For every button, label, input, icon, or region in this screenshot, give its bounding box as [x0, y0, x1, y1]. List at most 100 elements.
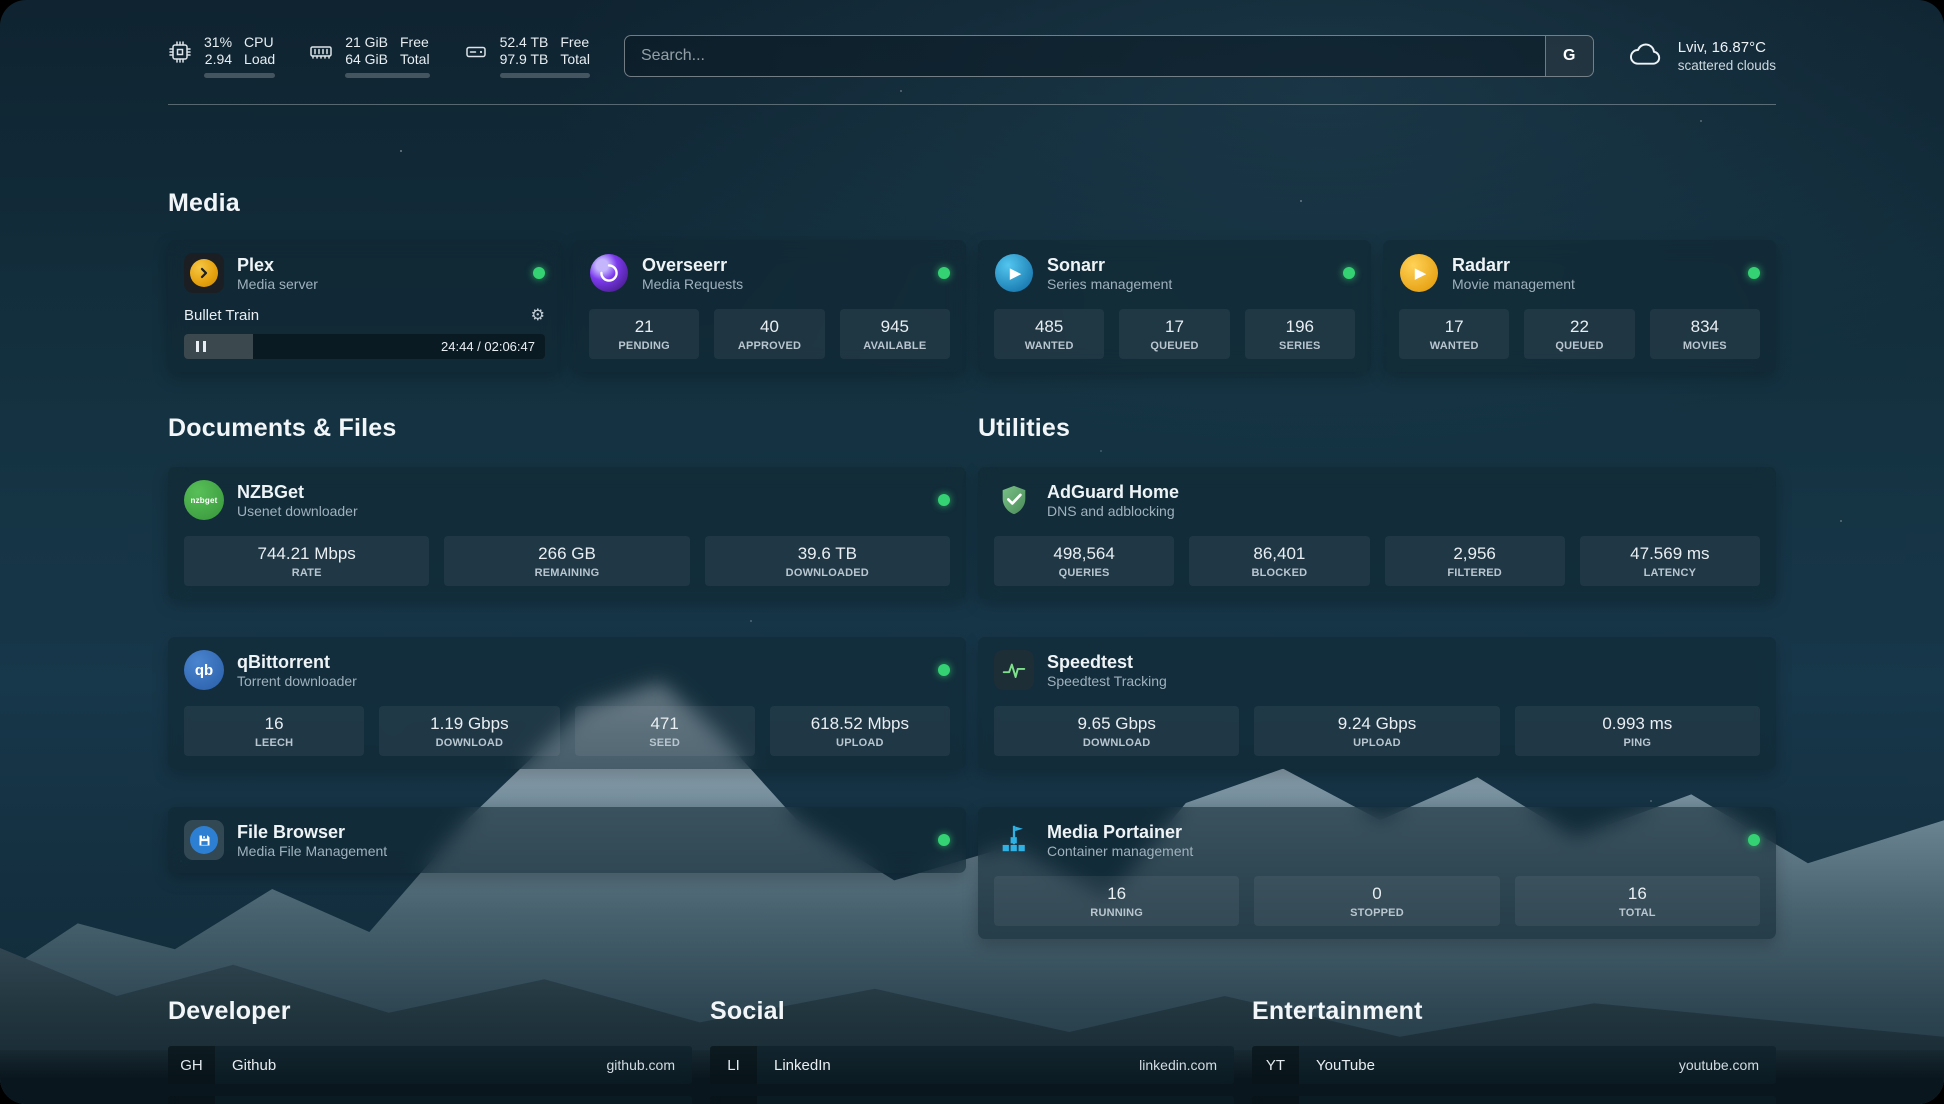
stat-total: 16 TOTAL [1515, 876, 1760, 926]
topbar-divider [168, 104, 1776, 105]
cpu-usage-label: CPU [244, 34, 275, 50]
service-subtitle: DNS and adblocking [1047, 503, 1179, 519]
ram-free-value: 21 GiB [345, 34, 388, 50]
bookmark-url: github.com [607, 1057, 675, 1073]
stat-pending: 21 PENDING [589, 309, 699, 359]
status-dot [938, 834, 950, 846]
dashboard-page: 31% CPU 2.94 Load 21 GiB Free 64 GiB [0, 0, 1944, 1104]
bookmark-twitter[interactable]: TW Twitter twitter.com [710, 1096, 1234, 1104]
service-card-qbittorrent[interactable]: qb qBittorrent Torrent downloader 16 LEE… [168, 637, 966, 769]
service-subtitle: Container management [1047, 843, 1193, 859]
stat-stopped: 0 STOPPED [1254, 876, 1499, 926]
service-subtitle: Movie management [1452, 276, 1575, 292]
bookmark-name: YouTube [1316, 1057, 1375, 1074]
status-dot [1748, 834, 1760, 846]
cpu-widget: 31% CPU 2.94 Load [168, 34, 275, 78]
stat-series: 196 SERIES [1245, 309, 1355, 359]
playback-progress-bar[interactable]: 24:44 / 02:06:47 [184, 334, 545, 359]
section-title-entertainment: Entertainment [1252, 997, 1776, 1026]
service-card-speedtest[interactable]: Speedtest Speedtest Tracking 9.65 Gbps D… [978, 637, 1776, 769]
bookmark-abbr: SO [168, 1096, 215, 1104]
stat-available: 945 AVAILABLE [840, 309, 950, 359]
service-card-sonarr[interactable]: ▶ Sonarr Series management 485 WANTED 17 [978, 240, 1371, 372]
service-name: Speedtest [1047, 651, 1167, 674]
stat-ping: 0.993 ms PING [1515, 706, 1760, 756]
qbittorrent-icon: qb [184, 650, 224, 690]
bookmark-stackoverflow[interactable]: SO StackOverflow stackoverflow.com [168, 1096, 692, 1104]
service-card-filebrowser[interactable]: File Browser Media File Management [168, 807, 966, 873]
stat-download: 9.65 Gbps DOWNLOAD [994, 706, 1239, 756]
service-card-adguard[interactable]: AdGuard Home DNS and adblocking 498,564 … [978, 467, 1776, 599]
bookmark-abbr: YT [1252, 1046, 1299, 1084]
stat-queued: 17 QUEUED [1119, 309, 1229, 359]
bookmark-linkedin[interactable]: LI LinkedIn linkedin.com [710, 1046, 1234, 1084]
disk-free-value: 52.4 TB [500, 34, 549, 50]
service-card-portainer[interactable]: Media Portainer Container management 16 … [978, 807, 1776, 939]
service-subtitle: Media Requests [642, 276, 743, 292]
service-card-plex[interactable]: Plex Media server Bullet Train ⚙ 24:44 /… [168, 240, 561, 372]
section-title-media: Media [168, 189, 1776, 218]
utilities-column: Utilities AdGuard Home DNS and adblockin… [978, 414, 1776, 939]
cpu-load-value: 2.94 [204, 51, 232, 67]
stat-wanted: 17 WANTED [1399, 309, 1509, 359]
status-dot [938, 494, 950, 506]
cpu-progress-bar [204, 73, 275, 78]
section-title-utilities: Utilities [978, 414, 1776, 443]
service-name: NZBGet [237, 481, 358, 504]
system-widgets: 31% CPU 2.94 Load 21 GiB Free 64 GiB [168, 34, 590, 78]
weather-condition: scattered clouds [1678, 58, 1776, 73]
service-card-overseerr[interactable]: Overseerr Media Requests 21 PENDING 40 A… [573, 240, 966, 372]
bookmark-netflix[interactable]: NF Netflix netflix.com [1252, 1096, 1776, 1104]
bookmark-github[interactable]: GH Github github.com [168, 1046, 692, 1084]
documents-column: Documents & Files nzbget NZBGet Usenet d… [168, 414, 966, 939]
bookmark-name: LinkedIn [774, 1057, 831, 1074]
stat-approved: 40 APPROVED [714, 309, 824, 359]
bookmark-abbr: GH [168, 1046, 215, 1084]
stat-latency: 47.569 ms LATENCY [1580, 536, 1760, 586]
disk-total-value: 97.9 TB [500, 51, 549, 67]
bookmark-name: Github [232, 1057, 276, 1074]
ram-total-value: 64 GiB [345, 51, 388, 67]
overseerr-icon [589, 253, 629, 293]
bookmark-group-entertainment: Entertainment YT YouTube youtube.com NF … [1252, 997, 1776, 1104]
bookmark-group-social: Social LI LinkedIn linkedin.com TW Twitt… [710, 997, 1234, 1104]
service-name: Media Portainer [1047, 821, 1193, 844]
portainer-icon [994, 820, 1034, 860]
service-card-nzbget[interactable]: nzbget NZBGet Usenet downloader 744.21 M… [168, 467, 966, 599]
service-subtitle: Series management [1047, 276, 1172, 292]
top-bar: 31% CPU 2.94 Load 21 GiB Free 64 GiB [168, 34, 1776, 78]
stat-blocked: 86,401 BLOCKED [1189, 536, 1369, 586]
disk-progress-bar [500, 73, 590, 78]
service-subtitle: Usenet downloader [237, 503, 358, 519]
disk-widget: 52.4 TB Free 97.9 TB Total [464, 34, 590, 78]
search-input[interactable] [625, 47, 1545, 65]
stat-movies: 834 MOVIES [1650, 309, 1760, 359]
stat-queued: 22 QUEUED [1524, 309, 1634, 359]
service-subtitle: Media File Management [237, 843, 387, 859]
service-name: AdGuard Home [1047, 481, 1179, 504]
stat-queries: 498,564 QUERIES [994, 536, 1174, 586]
service-name: qBittorrent [237, 651, 357, 674]
weather-widget: Lviv, 16.87°C scattered clouds [1628, 39, 1776, 74]
disk-icon [464, 40, 488, 69]
ram-total-label: Total [400, 51, 430, 67]
stat-upload: 618.52 Mbps UPLOAD [770, 706, 950, 756]
sonarr-icon: ▶ [994, 253, 1034, 293]
service-card-radarr[interactable]: ▶ Radarr Movie management 17 WANTED 22 [1383, 240, 1776, 372]
pause-button[interactable] [184, 341, 218, 352]
status-dot [938, 664, 950, 676]
filebrowser-icon [184, 820, 224, 860]
bookmark-youtube[interactable]: YT YouTube youtube.com [1252, 1046, 1776, 1084]
gear-icon[interactable]: ⚙ [531, 305, 545, 325]
cpu-icon [168, 40, 192, 69]
ram-progress-bar [345, 73, 429, 78]
memory-widget: 21 GiB Free 64 GiB Total [309, 34, 429, 78]
search-provider-button[interactable]: G [1545, 36, 1593, 76]
service-name: Sonarr [1047, 254, 1172, 277]
stat-filtered: 2,956 FILTERED [1385, 536, 1565, 586]
weather-location-temp: Lviv, 16.87°C [1678, 39, 1776, 56]
bookmark-group-developer: Developer GH Github github.com SO StackO… [168, 997, 692, 1104]
section-title-developer: Developer [168, 997, 692, 1026]
ram-icon [309, 40, 333, 69]
media-card-row: Plex Media server Bullet Train ⚙ 24:44 /… [168, 240, 1776, 372]
